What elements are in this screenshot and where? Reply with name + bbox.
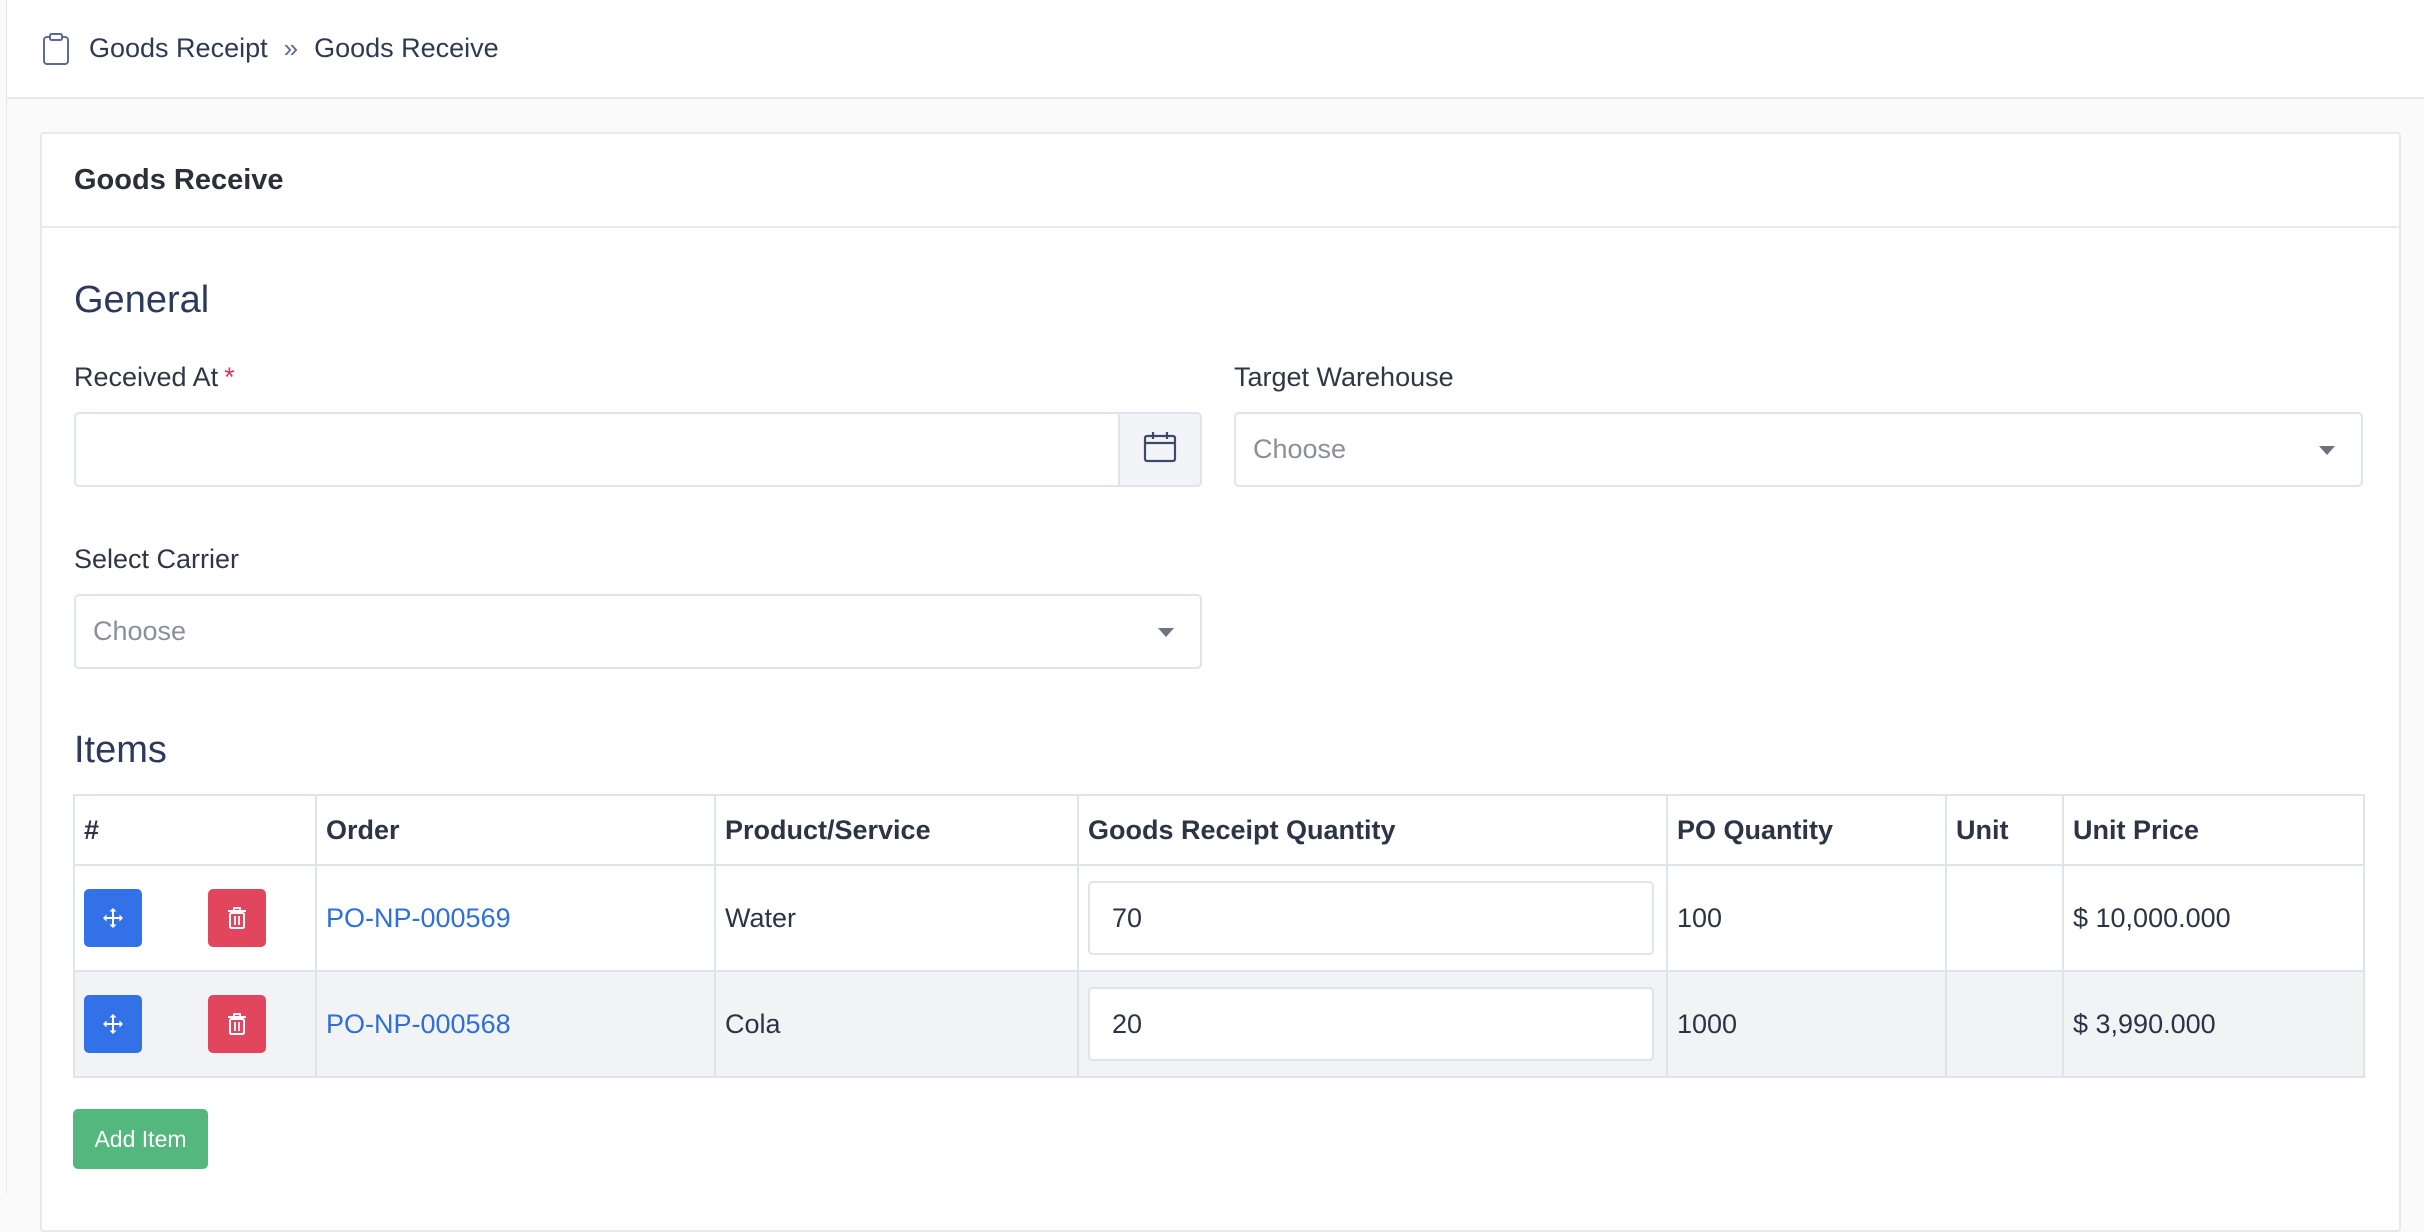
row-actions bbox=[73, 864, 317, 972]
move-row-button[interactable] bbox=[84, 995, 142, 1053]
column-header: Goods Receipt Quantity bbox=[1077, 794, 1668, 866]
unit-price-cell: $ 3,990.000 bbox=[2062, 970, 2365, 1078]
column-header: Unit Price bbox=[2062, 794, 2365, 866]
order-cell: PO-NP-000569 bbox=[315, 864, 716, 972]
select-carrier-placeholder: Choose bbox=[93, 616, 187, 646]
breadcrumb-separator: » bbox=[283, 33, 299, 63]
received-at-label: Received At * bbox=[74, 362, 235, 393]
received-at-label-text: Received At bbox=[74, 362, 219, 392]
column-header: # bbox=[73, 794, 317, 866]
column-header: PO Quantity bbox=[1666, 794, 1947, 866]
items-section-title: Items bbox=[74, 729, 167, 771]
target-warehouse-label: Target Warehouse bbox=[1234, 362, 1454, 392]
breadcrumb: Goods Receipt » Goods Receive bbox=[7, 0, 2424, 99]
table-row: PO-NP-000569 Water 70 100 $ 10,000.000 bbox=[73, 864, 2365, 972]
calendar-button[interactable] bbox=[1118, 414, 1200, 485]
breadcrumb-parent[interactable]: Goods Receipt bbox=[89, 33, 268, 64]
order-link[interactable]: PO-NP-000569 bbox=[326, 903, 511, 933]
move-row-button[interactable] bbox=[84, 889, 142, 947]
items-table: # Order Product/Service Goods Receipt Qu… bbox=[73, 794, 2365, 1078]
goods-receive-card: Goods Receive General Received At * Targe… bbox=[40, 132, 2401, 1232]
gr-quantity-cell: 20 bbox=[1077, 970, 1668, 1078]
table-header-row: # Order Product/Service Goods Receipt Qu… bbox=[73, 794, 2365, 866]
gr-quantity-input[interactable]: 20 bbox=[1088, 987, 1654, 1061]
unit-cell bbox=[1945, 864, 2064, 972]
chevron-down-icon bbox=[1158, 628, 1174, 637]
move-icon bbox=[103, 908, 123, 928]
product-cell: Water bbox=[714, 864, 1079, 972]
general-section-title: General bbox=[74, 279, 210, 321]
target-warehouse-select[interactable]: Choose bbox=[1234, 412, 2363, 487]
select-carrier-select[interactable]: Choose bbox=[74, 594, 1202, 669]
chevron-down-icon bbox=[2319, 446, 2335, 455]
card-title: Goods Receive bbox=[74, 163, 284, 196]
trash-icon bbox=[228, 907, 246, 929]
row-actions bbox=[73, 970, 317, 1078]
page: Goods Receipt » Goods Receive Goods Rece… bbox=[6, 0, 2424, 1232]
table-row: PO-NP-000568 Cola 20 1000 $ 3,990.000 bbox=[73, 970, 2365, 1078]
delete-row-button[interactable] bbox=[208, 995, 266, 1053]
received-at-input[interactable] bbox=[74, 412, 1202, 487]
po-quantity-cell: 100 bbox=[1666, 864, 1947, 972]
column-header: Product/Service bbox=[714, 794, 1079, 866]
unit-cell bbox=[1945, 970, 2064, 1078]
column-header: Unit bbox=[1945, 794, 2064, 866]
po-quantity-cell: 1000 bbox=[1666, 970, 1947, 1078]
order-link[interactable]: PO-NP-000568 bbox=[326, 1009, 511, 1039]
unit-price-cell: $ 10,000.000 bbox=[2062, 864, 2365, 972]
gr-quantity-input[interactable]: 70 bbox=[1088, 881, 1654, 955]
card-header: Goods Receive bbox=[42, 134, 2399, 228]
trash-icon bbox=[228, 1013, 246, 1035]
column-header: Order bbox=[315, 794, 716, 866]
order-cell: PO-NP-000568 bbox=[315, 970, 716, 1078]
select-carrier-label: Select Carrier bbox=[74, 544, 240, 574]
add-item-button[interactable]: Add Item bbox=[73, 1109, 208, 1169]
breadcrumb-current: Goods Receive bbox=[314, 33, 499, 63]
required-mark: * bbox=[224, 362, 235, 392]
move-icon bbox=[103, 1014, 123, 1034]
calendar-icon bbox=[1143, 431, 1177, 468]
product-cell: Cola bbox=[714, 970, 1079, 1078]
clipboard-icon bbox=[41, 32, 71, 66]
delete-row-button[interactable] bbox=[208, 889, 266, 947]
target-warehouse-placeholder: Choose bbox=[1253, 434, 1347, 464]
gr-quantity-cell: 70 bbox=[1077, 864, 1668, 972]
